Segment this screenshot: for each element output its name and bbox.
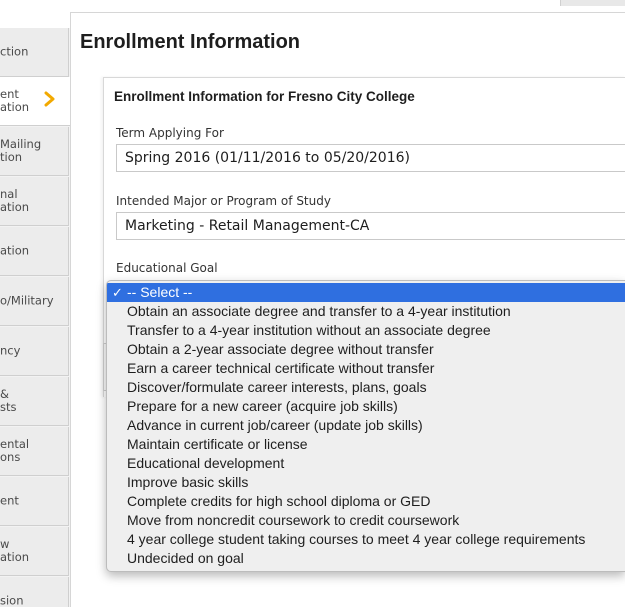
sidebar-item-label: o/Military [0,293,54,308]
sidebar-item-6[interactable]: o/Military [0,277,69,326]
panel-title: Enrollment Information for Fresno City C… [114,89,415,104]
sidebar-item-label: w ation [0,537,30,564]
dropdown-option[interactable]: Obtain an associate degree and transfer … [107,302,625,321]
top-tab-fragment[interactable] [560,0,625,6]
dropdown-option[interactable]: Undecided on goal [107,549,625,568]
sidebar-nav: ction ent ation Mailing tion nal ation a… [0,28,70,607]
dropdown-option[interactable]: Discover/formulate career interests, pla… [107,378,625,397]
dropdown-option[interactable]: Complete credits for high school diploma… [107,492,625,511]
sidebar-item-5[interactable]: ation [0,227,69,276]
dropdown-option[interactable]: Obtain a 2-year associate degree without… [107,340,625,359]
sidebar-item-9[interactable]: ental ons [0,427,69,476]
checkmark-icon: ✓ [112,285,123,300]
term-select-value: Spring 2016 (01/11/2016 to 05/20/2016) [125,150,410,166]
goal-label: Educational Goal [116,261,218,275]
sidebar-item-4[interactable]: nal ation [0,177,69,226]
sidebar-item-1[interactable]: ction [0,28,69,77]
term-select[interactable]: Spring 2016 (01/11/2016 to 05/20/2016) [116,144,625,172]
dropdown-option-selected[interactable]: ✓ -- Select -- [107,283,625,302]
sidebar-item-7[interactable]: ncy [0,327,69,376]
dropdown-option[interactable]: Educational development [107,454,625,473]
sidebar-item-10[interactable]: ent [0,477,69,526]
sidebar-item-label: ent [0,493,19,508]
dropdown-option[interactable]: Improve basic skills [107,473,625,492]
dropdown-option[interactable]: Earn a career technical certificate with… [107,359,625,378]
sidebar-item-3[interactable]: Mailing tion [0,127,69,176]
dropdown-option[interactable]: 4 year college student taking courses to… [107,530,625,549]
sidebar-item-label: sion [0,593,24,607]
sidebar-item-label: nal ation [0,187,30,214]
sidebar-item-label: ental ons [0,437,30,464]
sidebar-item-12[interactable]: sion [0,577,69,607]
sidebar-item-label: ncy [0,343,21,358]
major-select[interactable]: Marketing - Retail Management-CA [116,212,625,240]
dropdown-option[interactable]: Advance in current job/career (update jo… [107,416,625,435]
chevron-right-icon [44,91,55,107]
sidebar-item-label: ent ation [0,87,30,114]
sidebar-item-label: & sts [0,387,17,414]
sidebar-item-2-active[interactable]: ent ation [0,77,70,126]
sidebar-item-label: ction [0,44,29,59]
sidebar-item-label: ation [0,243,30,258]
dropdown-option[interactable]: Move from noncredit coursework to credit… [107,511,625,530]
sidebar-item-11[interactable]: w ation [0,527,69,576]
dropdown-option[interactable]: Prepare for a new career (acquire job sk… [107,397,625,416]
educational-goal-dropdown-list[interactable]: ✓ -- Select -- Obtain an associate degre… [106,280,625,572]
term-label: Term Applying For [116,126,224,140]
sidebar-item-8[interactable]: & sts [0,377,69,426]
major-select-value: Marketing - Retail Management-CA [125,218,370,234]
sidebar-item-label: Mailing tion [0,137,42,164]
page-title: Enrollment Information [80,31,300,53]
dropdown-option[interactable]: Maintain certificate or license [107,435,625,454]
major-label: Intended Major or Program of Study [116,194,331,208]
dropdown-option[interactable]: Transfer to a 4-year institution without… [107,321,625,340]
